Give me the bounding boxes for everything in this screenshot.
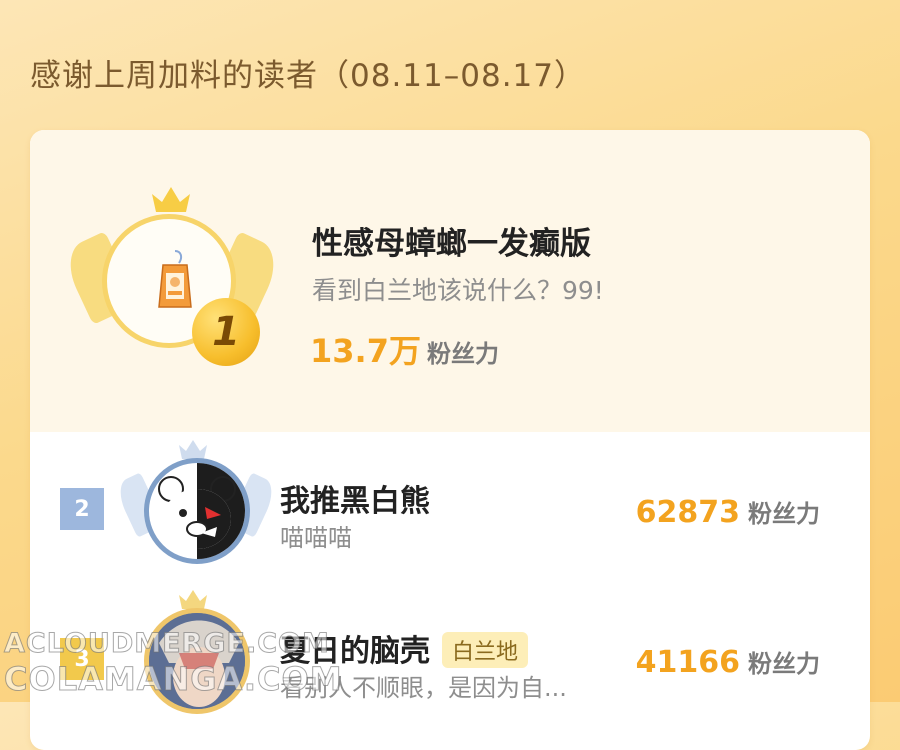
top-reader-item[interactable]: 1 性感母蟑螂一发癫版 看到白兰地该说什么？99! 13.7万 粉丝力: [30, 130, 870, 432]
crown-icon: [152, 187, 190, 212]
fans-power: 62873 粉丝力: [636, 494, 820, 530]
page-title: 感谢上周加料的读者（08.11–08.17）: [30, 58, 586, 94]
watermark-text: COLAMANGA.COM: [4, 660, 343, 699]
fans-power-unit: 粉丝力: [426, 340, 499, 368]
reader-name[interactable]: 性感母蟑螂一发癫版: [312, 218, 591, 263]
reader-signature: 看到白兰地该说什么？99!: [312, 276, 604, 305]
fans-power-unit: 粉丝力: [748, 500, 820, 528]
fans-power-value: 41166: [635, 645, 740, 680]
rank-badge: 1: [192, 298, 260, 366]
charm-avatar-icon: [158, 250, 192, 308]
avatar[interactable]: [144, 458, 250, 564]
fans-power-unit: 粉丝力: [748, 650, 820, 678]
rank-badge: 2: [60, 488, 104, 530]
reader-name[interactable]: 我推黑白熊: [280, 476, 430, 520]
fans-power: 13.7万 粉丝力: [310, 326, 499, 372]
reader-signature: 喵喵喵: [280, 524, 352, 552]
fan-badge-tag: 白兰地: [442, 631, 529, 668]
bear-avatar-icon: [158, 463, 245, 559]
fans-power-value: 62873: [635, 495, 740, 530]
list-item[interactable]: 2 我推黑白熊 喵喵喵 62873 粉丝力: [30, 432, 870, 572]
watermark-text: ACLOUDMERGE.COM: [4, 628, 330, 660]
fans-power: 41166 粉丝力: [636, 644, 820, 680]
crown-icon: [179, 590, 207, 609]
fans-power-value: 13.7万: [310, 332, 421, 370]
crown-icon: [179, 440, 207, 459]
